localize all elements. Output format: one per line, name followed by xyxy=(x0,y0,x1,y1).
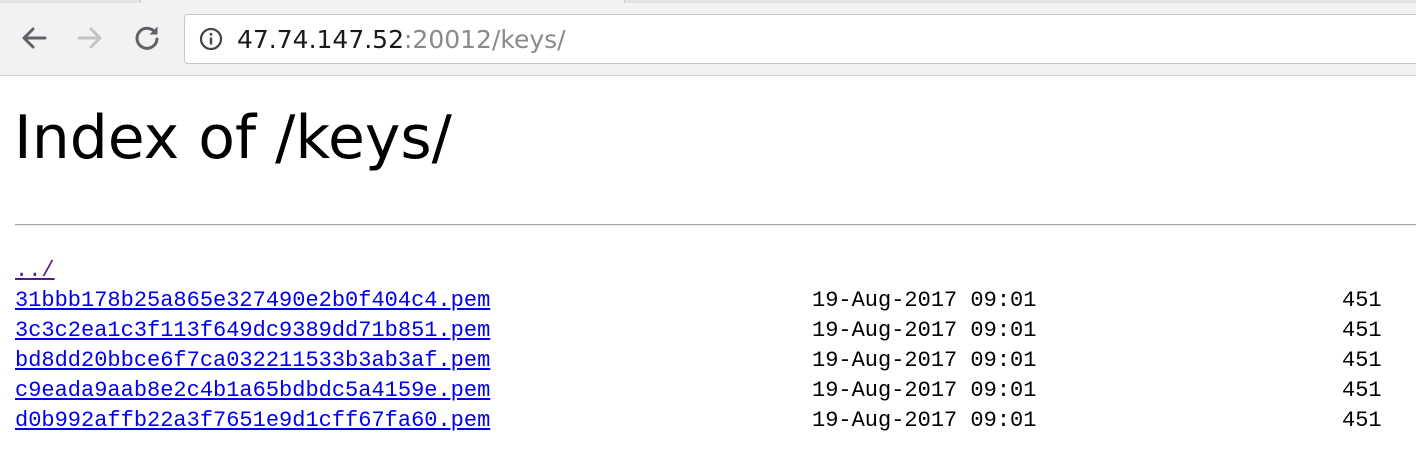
file-size: 451 xyxy=(1342,288,1382,313)
info-icon[interactable] xyxy=(199,27,223,51)
file-link[interactable]: bd8dd20bbce6f7ca032211533b3ab3af.pem xyxy=(15,346,490,376)
file-link[interactable]: 31bbb178b25a865e327490e2b0f404c4.pem xyxy=(15,286,490,316)
browser-toolbar: 47.74.147.52:20012/keys/ xyxy=(0,0,1416,76)
file-date: 19-Aug-2017 09:01 xyxy=(812,408,1037,433)
forward-button[interactable] xyxy=(74,22,106,54)
file-date: 19-Aug-2017 09:01 xyxy=(812,318,1037,343)
reload-button[interactable] xyxy=(131,22,163,54)
file-link[interactable]: c9eada9aab8e2c4b1a65bdbdc5a4159e.pem xyxy=(15,376,490,406)
file-size: 451 xyxy=(1342,378,1382,403)
tab-right[interactable] xyxy=(624,0,1416,3)
file-link[interactable]: 3c3c2ea1c3f113f649dc9389dd71b851.pem xyxy=(15,316,490,346)
divider xyxy=(15,224,1416,226)
url-host: 47.74.147.52 xyxy=(237,25,404,54)
file-date: 19-Aug-2017 09:01 xyxy=(812,348,1037,373)
file-size: 451 xyxy=(1342,408,1382,433)
file-date: 19-Aug-2017 09:01 xyxy=(812,288,1037,313)
file-size: 451 xyxy=(1342,348,1382,373)
file-date: 19-Aug-2017 09:01 xyxy=(812,378,1037,403)
arrow-left-icon xyxy=(22,27,47,49)
page-title: Index of /keys/ xyxy=(14,103,452,173)
tab-strip xyxy=(0,0,1416,3)
file-size: 451 xyxy=(1342,318,1382,343)
address-bar[interactable]: 47.74.147.52:20012/keys/ xyxy=(184,14,1416,64)
url-text[interactable]: 47.74.147.52:20012/keys/ xyxy=(237,25,566,55)
parent-directory-link[interactable]: ../ xyxy=(15,256,55,286)
back-button[interactable] xyxy=(18,22,50,54)
file-link[interactable]: d0b992affb22a3f7651e9d1cff67fa60.pem xyxy=(15,406,490,436)
url-path: :20012/keys/ xyxy=(404,25,566,54)
tab-left[interactable] xyxy=(0,0,141,3)
arrow-right-icon xyxy=(77,27,102,49)
reload-icon xyxy=(135,26,159,50)
